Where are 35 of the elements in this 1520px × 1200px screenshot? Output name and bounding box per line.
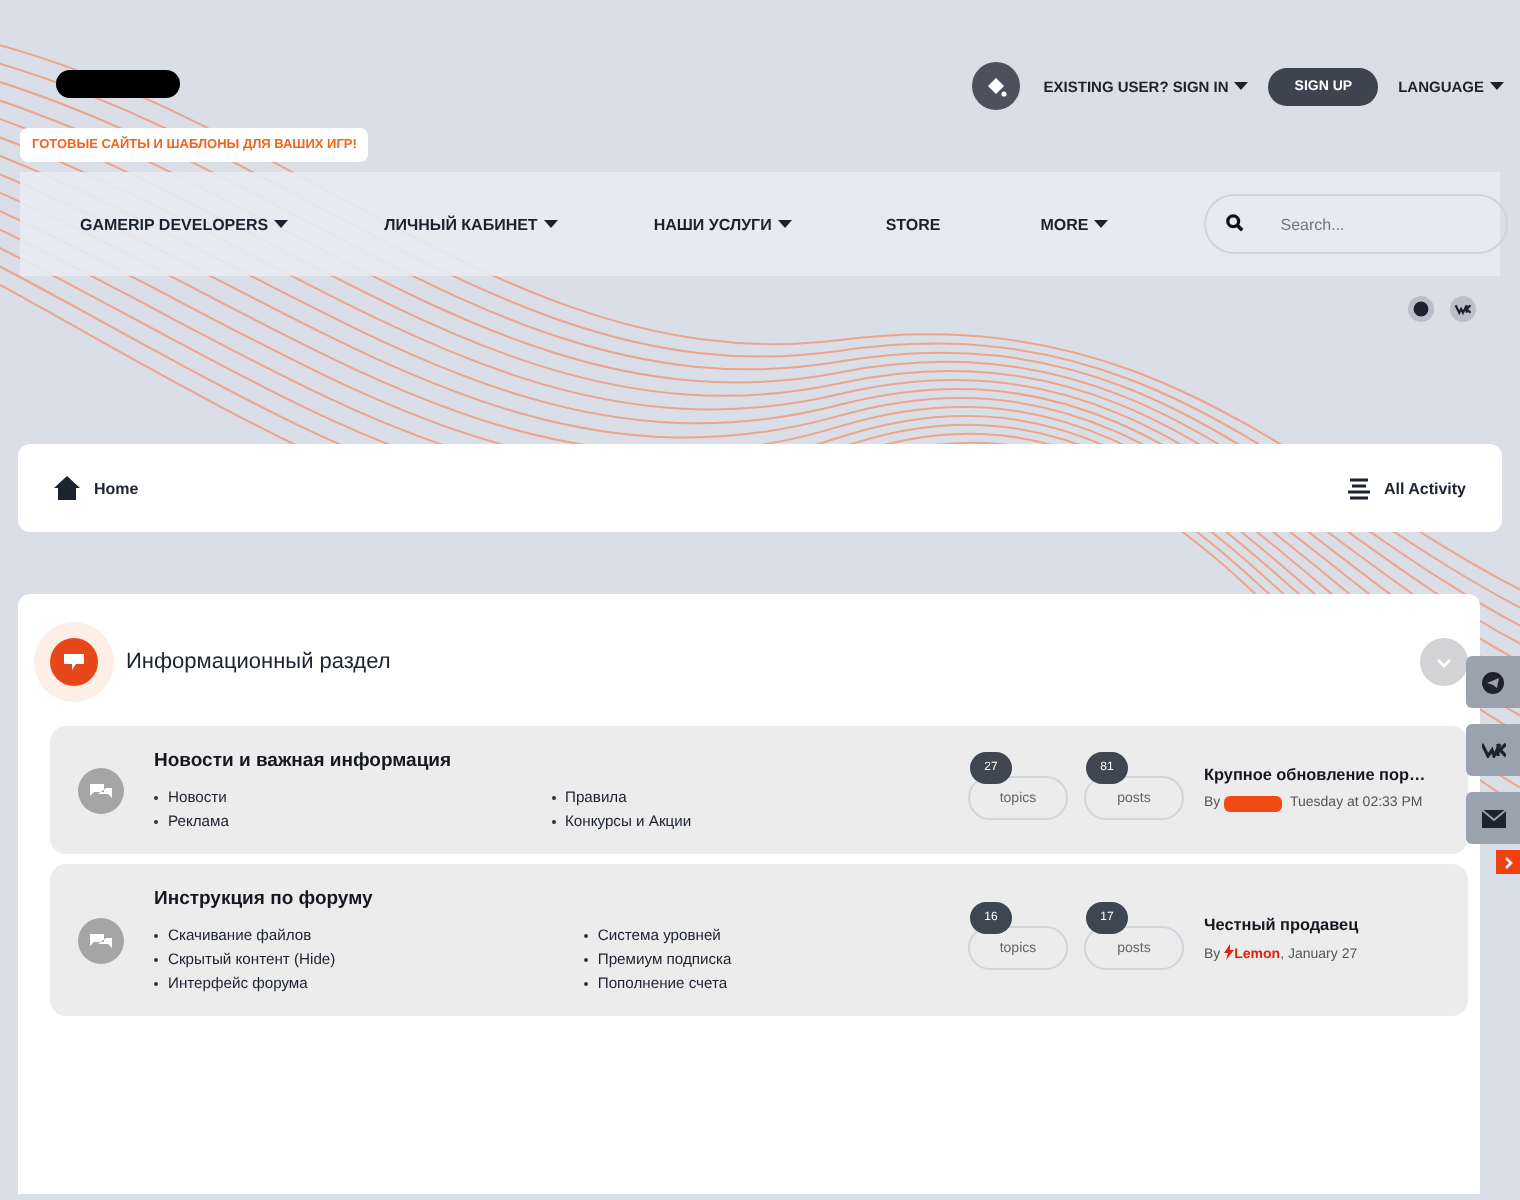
chevron-right-icon: [1503, 855, 1513, 869]
nav-link[interactable]: НАШИ УСЛУГИ: [653, 215, 792, 233]
home-link[interactable]: Home: [54, 476, 139, 500]
vk-button[interactable]: [1466, 724, 1520, 776]
search-field[interactable]: Search...: [1204, 194, 1509, 254]
telegram-button[interactable]: [1466, 656, 1520, 708]
list-icon: [1347, 477, 1370, 499]
redacted-author[interactable]: [1224, 795, 1283, 812]
nav-link[interactable]: MORE: [1040, 215, 1109, 233]
telegram-icon: [1482, 671, 1504, 693]
vk-icon: [1481, 742, 1505, 758]
vk-icon[interactable]: [1450, 296, 1476, 322]
forum-title[interactable]: Инструкция по форуму: [154, 888, 948, 910]
paint-bucket-icon: [983, 74, 1008, 98]
nav-link[interactable]: STORE: [885, 215, 941, 233]
chat-icon: [78, 767, 124, 813]
home-icon: [54, 476, 80, 500]
forum-title[interactable]: Новости и важная информация: [154, 750, 948, 772]
telegram-icon[interactable]: [1408, 296, 1434, 322]
expand-tab[interactable]: [1496, 850, 1520, 874]
mail-button[interactable]: [1466, 792, 1520, 844]
redacted-logo[interactable]: [56, 70, 180, 98]
nav-link[interactable]: GAMERIP DEVELOPERS: [80, 215, 289, 233]
megaphone-icon: [50, 638, 98, 686]
lightning-icon: [1224, 943, 1235, 960]
category-title[interactable]: Информационный раздел: [126, 650, 1420, 674]
search-icon: [1226, 214, 1245, 232]
chevron-down-icon: [1436, 657, 1452, 667]
last-post-title[interactable]: Честный продавец: [1204, 913, 1440, 938]
theme-button[interactable]: [971, 62, 1020, 110]
nav-link[interactable]: ЛИЧНЫЙ КАБИНЕТ: [384, 215, 558, 233]
chat-icon: [78, 917, 124, 963]
mail-icon: [1481, 809, 1505, 827]
last-post-title[interactable]: Крупное обновление пор…: [1204, 764, 1440, 789]
all-activity-link[interactable]: All Activity: [1347, 477, 1466, 499]
